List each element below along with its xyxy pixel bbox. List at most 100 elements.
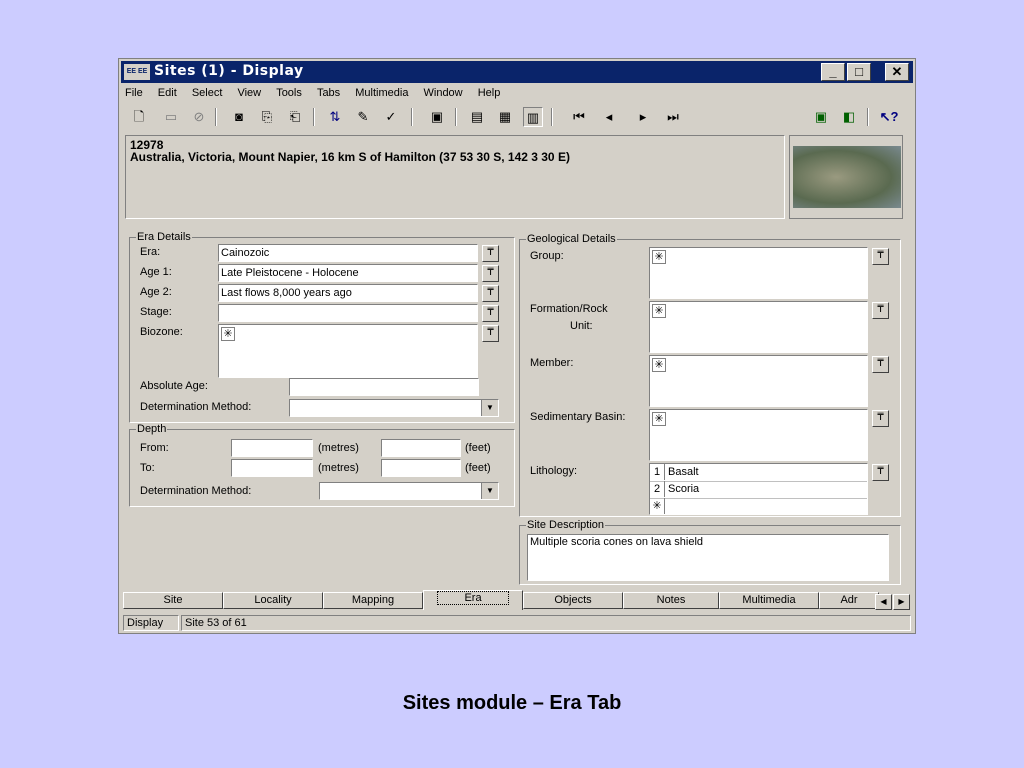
- basin-label: Sedimentary Basin:: [530, 411, 626, 423]
- tab-strip: Site Locality Mapping Era Objects Notes …: [123, 590, 913, 610]
- list-view-icon[interactable]: ▤: [467, 107, 487, 127]
- member-list[interactable]: ✳: [649, 355, 868, 407]
- lithology-label: Lithology:: [530, 465, 578, 477]
- form-view-icon[interactable]: ▥: [523, 107, 543, 127]
- tab-mapping[interactable]: Mapping: [323, 592, 423, 609]
- tab-notes[interactable]: Notes: [623, 592, 719, 609]
- first-record-icon[interactable]: ⏮: [569, 107, 589, 127]
- last-record-icon[interactable]: ⏭: [663, 107, 683, 127]
- menu-multimedia[interactable]: Multimedia: [355, 84, 408, 102]
- context-help-icon[interactable]: ↖?: [879, 107, 899, 127]
- depth-to-metres-field[interactable]: [231, 459, 313, 477]
- depth-from-metres-field[interactable]: [231, 439, 313, 457]
- new-row-icon: ✳: [652, 412, 666, 426]
- depth-from-metres-unit: (metres): [318, 442, 359, 454]
- previous-record-icon[interactable]: ◂: [599, 107, 619, 127]
- new-row-icon: ✳: [652, 304, 666, 318]
- absolute-age-label: Absolute Age:: [140, 380, 208, 392]
- open-record-icon[interactable]: ◙: [229, 107, 249, 127]
- menu-help[interactable]: Help: [478, 84, 501, 102]
- tab-adr[interactable]: Adr: [819, 592, 879, 609]
- list-item[interactable]: ✳: [650, 498, 867, 514]
- basin-list[interactable]: ✳: [649, 409, 868, 461]
- delete-record-icon[interactable]: ⎗: [285, 107, 305, 127]
- details-icon[interactable]: ▣: [427, 107, 447, 127]
- age2-field[interactable]: Last flows 8,000 years ago: [218, 284, 478, 302]
- tab-objects[interactable]: Objects: [523, 592, 623, 609]
- multimedia-thumbnail[interactable]: [789, 135, 903, 219]
- depth-to-metres-unit: (metres): [318, 462, 359, 474]
- menu-tabs[interactable]: Tabs: [317, 84, 340, 102]
- site-description-legend: Site Description: [527, 519, 605, 531]
- chevron-down-icon[interactable]: ▼: [481, 483, 498, 499]
- age1-lookup-icon[interactable]: ₸: [482, 265, 499, 282]
- sort-icon[interactable]: ⇅: [325, 107, 345, 127]
- biozone-list[interactable]: ✳: [218, 324, 478, 378]
- menu-view[interactable]: View: [237, 84, 261, 102]
- lithology-lookup-icon[interactable]: ₸: [872, 464, 889, 481]
- depth-determination-select[interactable]: ▼: [319, 482, 499, 500]
- absolute-age-field[interactable]: [289, 378, 479, 396]
- close-button[interactable]: ✕: [885, 63, 909, 81]
- era-label: Era:: [140, 246, 161, 258]
- list-item[interactable]: 2 Scoria: [650, 481, 867, 499]
- tab-site[interactable]: Site: [123, 592, 223, 609]
- new-row-icon: ✳: [652, 250, 666, 264]
- era-determination-select[interactable]: ▼: [289, 399, 499, 417]
- grid-view-icon[interactable]: ▦: [495, 107, 515, 127]
- biozone-lookup-icon[interactable]: ₸: [482, 325, 499, 342]
- age1-label: Age 1:: [140, 266, 172, 278]
- lithology-list[interactable]: 1 Basalt 2 Scoria ✳: [649, 463, 868, 515]
- member-lookup-icon[interactable]: ₸: [872, 356, 889, 373]
- age1-field[interactable]: Late Pleistocene - Holocene: [218, 264, 478, 282]
- menu-file[interactable]: File: [125, 84, 143, 102]
- save-icon[interactable]: ▭: [161, 107, 181, 127]
- new-row-icon: ✳: [650, 498, 665, 514]
- group-lookup-icon[interactable]: ₸: [872, 248, 889, 265]
- new-row-icon: ✳: [221, 327, 235, 341]
- maximize-button[interactable]: □: [847, 63, 871, 81]
- tab-scroll-right-icon[interactable]: ▶: [893, 594, 910, 610]
- depth-from-feet-unit: (feet): [465, 442, 491, 454]
- menu-tools[interactable]: Tools: [276, 84, 302, 102]
- tab-era[interactable]: Era: [423, 590, 523, 610]
- formation-list[interactable]: ✳: [649, 301, 868, 353]
- new-icon[interactable]: 🗋: [129, 107, 149, 127]
- depth-determination-label: Determination Method:: [140, 485, 252, 497]
- group-label: Group:: [530, 250, 564, 262]
- spellcheck-icon[interactable]: ✓: [381, 107, 401, 127]
- stage-label: Stage:: [140, 306, 172, 318]
- copy-record-icon[interactable]: ⎘: [257, 107, 277, 127]
- chevron-down-icon[interactable]: ▼: [481, 400, 498, 416]
- multimedia-icon[interactable]: ◧: [839, 107, 859, 127]
- age2-lookup-icon[interactable]: ₸: [482, 285, 499, 302]
- depth-to-feet-field[interactable]: [381, 459, 461, 477]
- era-determination-label: Determination Method:: [140, 401, 252, 413]
- cancel-icon[interactable]: ⊘: [189, 107, 209, 127]
- group-list[interactable]: ✳: [649, 247, 868, 299]
- depth-from-feet-field[interactable]: [381, 439, 461, 457]
- menu-window[interactable]: Window: [424, 84, 463, 102]
- edit-icon[interactable]: ✎: [353, 107, 373, 127]
- add-multimedia-icon[interactable]: ▣: [811, 107, 831, 127]
- depth-to-feet-unit: (feet): [465, 462, 491, 474]
- menu-edit[interactable]: Edit: [158, 84, 177, 102]
- tab-multimedia[interactable]: Multimedia: [719, 592, 819, 609]
- tab-scroll-left-icon[interactable]: ◀: [875, 594, 892, 610]
- menu-select[interactable]: Select: [192, 84, 223, 102]
- stage-lookup-icon[interactable]: ₸: [482, 305, 499, 322]
- era-lookup-icon[interactable]: ₸: [482, 245, 499, 262]
- depth-legend: Depth: [137, 423, 167, 435]
- title-bar[interactable]: EE EE Sites (1) - Display _ □ ✕: [121, 61, 913, 83]
- list-item[interactable]: 1 Basalt: [650, 464, 867, 482]
- depth-to-label: To:: [140, 462, 155, 474]
- tab-locality[interactable]: Locality: [223, 592, 323, 609]
- site-description-field[interactable]: Multiple scoria cones on lava shield: [527, 534, 889, 581]
- basin-lookup-icon[interactable]: ₸: [872, 410, 889, 427]
- record-header: 12978 Australia, Victoria, Mount Napier,…: [125, 135, 785, 219]
- minimize-button[interactable]: _: [821, 63, 845, 81]
- next-record-icon[interactable]: ▸: [633, 107, 653, 127]
- stage-field[interactable]: [218, 304, 478, 322]
- formation-lookup-icon[interactable]: ₸: [872, 302, 889, 319]
- era-field[interactable]: Cainozoic: [218, 244, 478, 262]
